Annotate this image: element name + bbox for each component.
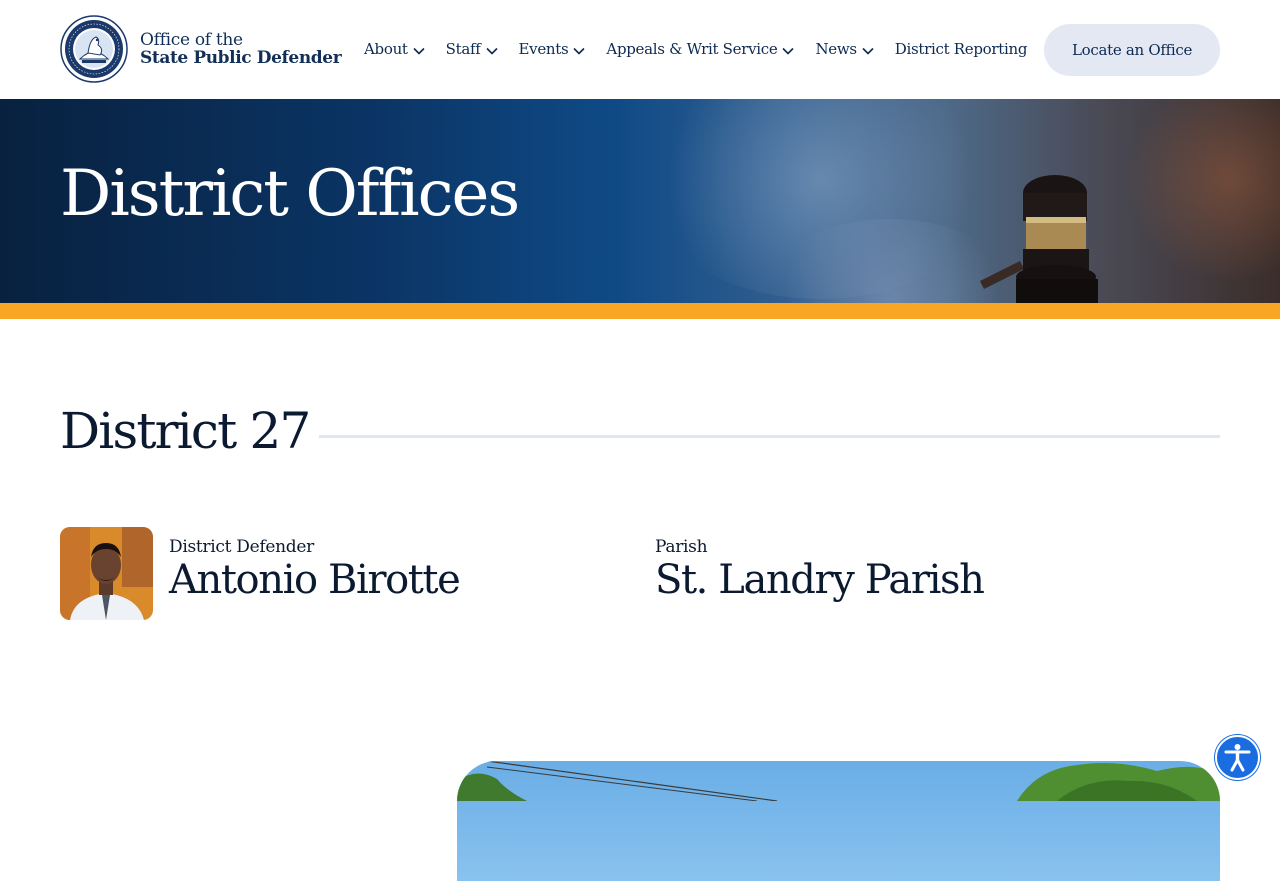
parish-name: St. Landry Parish xyxy=(655,557,985,603)
nav-item-news[interactable]: News xyxy=(815,40,874,58)
locate-office-button[interactable]: Locate an Office xyxy=(1044,24,1220,76)
accessibility-button[interactable] xyxy=(1215,735,1260,780)
hero-banner: District Offices xyxy=(0,99,1280,303)
nav-item-label: About xyxy=(364,40,408,58)
district-defender: District Defender Antonio Birotte xyxy=(60,527,461,620)
nav-item-label: Appeals & Writ Service xyxy=(606,40,778,58)
nav-item-district-reporting[interactable]: District Reporting xyxy=(894,40,1028,58)
nav-item-label: Events xyxy=(518,40,569,58)
avatar xyxy=(60,527,153,620)
nav-item-staff[interactable]: Staff xyxy=(446,40,498,58)
district-parish: Parish St. Landry Parish xyxy=(655,527,985,603)
nav-item-label: News xyxy=(815,40,857,58)
site-logo-link[interactable]: Office of the State Public Defender xyxy=(60,15,342,83)
parish-label: Parish xyxy=(655,537,708,557)
heading-rule xyxy=(319,435,1220,438)
hero-background-blur xyxy=(1120,99,1280,279)
nav-item-label: District Reporting xyxy=(894,40,1028,58)
logo-text: Office of the State Public Defender xyxy=(140,30,342,68)
defender-name: Antonio Birotte xyxy=(169,557,461,603)
nav-item-events[interactable]: Events xyxy=(519,40,586,58)
main-nav: About Staff Events Appeals & Writ Servic… xyxy=(364,38,1027,60)
nav-item-label: Staff xyxy=(445,40,481,58)
chevron-down-icon xyxy=(485,47,498,55)
site-header: Office of the State Public Defender Abou… xyxy=(0,0,1280,99)
office-photo xyxy=(457,761,1220,881)
defender-label: District Defender xyxy=(169,537,314,557)
logo-line-1: Office of the xyxy=(140,30,243,50)
chevron-down-icon xyxy=(782,47,795,55)
nav-item-about[interactable]: About xyxy=(364,40,425,58)
office-photo-scene xyxy=(457,761,1220,802)
accent-divider xyxy=(0,303,1280,319)
accessibility-icon xyxy=(1224,744,1251,772)
chevron-down-icon xyxy=(573,47,585,55)
district-heading: District 27 xyxy=(60,402,311,460)
nav-item-appeals-writ-service[interactable]: Appeals & Writ Service xyxy=(606,40,795,58)
gavel-image xyxy=(980,175,1098,303)
logo-line-2: State Public Defender xyxy=(140,48,342,68)
state-seal-icon xyxy=(60,15,128,83)
chevron-down-icon xyxy=(413,47,425,55)
defender-text: District Defender Antonio Birotte xyxy=(169,527,461,620)
page-title: District Offices xyxy=(60,157,520,231)
chevron-down-icon xyxy=(862,47,874,55)
